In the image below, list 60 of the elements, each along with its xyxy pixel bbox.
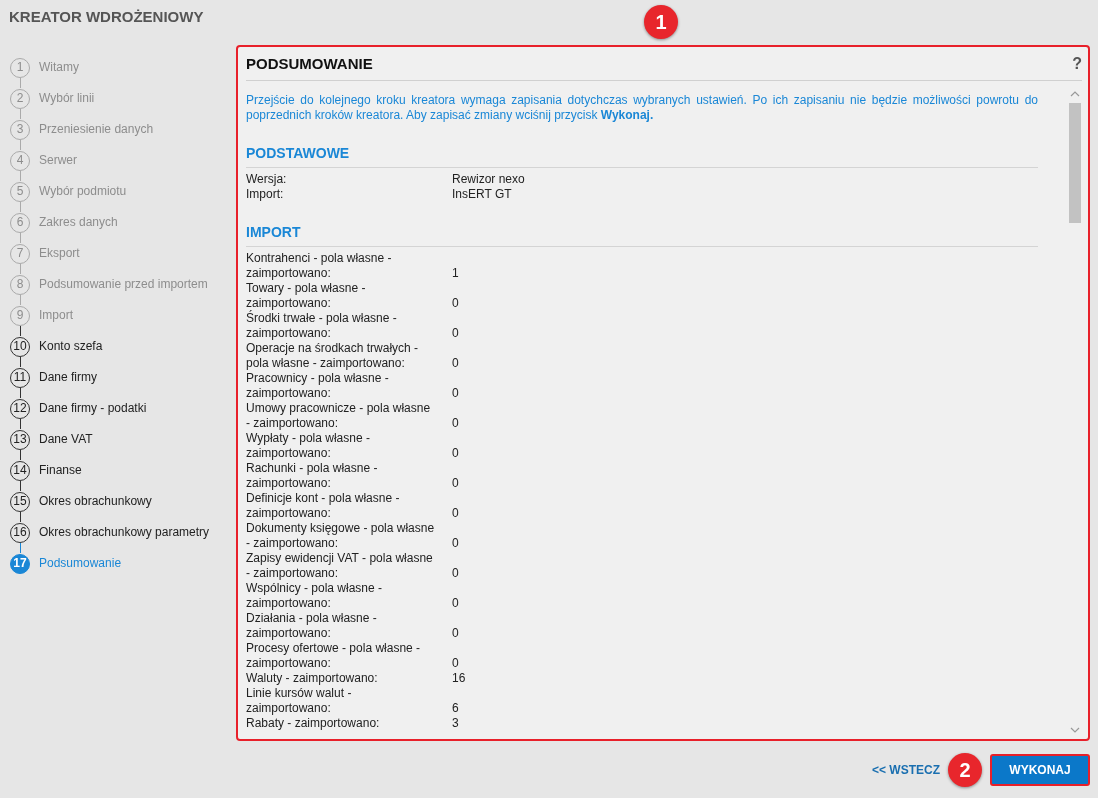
- wizard-step[interactable]: 15 Okres obrachunkowy: [10, 491, 152, 512]
- wizard-step[interactable]: 14 Finanse: [10, 460, 82, 481]
- wizard-step[interactable]: 17 Podsumowanie: [10, 553, 122, 574]
- summary-value: 0: [452, 566, 459, 581]
- summary-label: Zapisy ewidencji VAT - pola własne - zaimportowano:: [246, 551, 434, 581]
- summary-label: Działania - pola własne - zaimportowano:: [246, 611, 378, 641]
- summary-label: Definicje kont - pola własne - zaimportowano:: [246, 491, 401, 521]
- summary-label: Operacje na środkach trwałych - pola własne - zaimportowano:: [246, 341, 420, 371]
- summary-value: 16: [452, 671, 466, 686]
- summary-label: Rachunki - pola własne - zaimportowano:: [246, 461, 379, 491]
- scrollbar[interactable]: [1068, 91, 1082, 733]
- summary-value: InsERT GT: [452, 187, 512, 202]
- wizard-step[interactable]: 11 Dane firmy: [10, 367, 97, 388]
- summary-value: 6: [452, 701, 459, 716]
- summary-label: Procesy ofertowe - pola własne - zaimportowano:: [246, 641, 422, 671]
- summary-value: 0: [452, 626, 459, 641]
- summary-value: 1: [452, 266, 459, 281]
- summary-label: Wersja:: [246, 172, 288, 187]
- execute-button[interactable]: WYKONAJ: [990, 754, 1090, 786]
- summary-label: Dokumenty księgowe - pola własne - zaimportowano:: [246, 521, 436, 551]
- summary-value: Rewizor nexo: [452, 172, 525, 187]
- summary-value: 0: [452, 416, 459, 431]
- summary-value: 0: [452, 356, 459, 371]
- wizard-step[interactable]: 10 Konto szefa: [10, 336, 103, 357]
- summary-value: 0: [452, 536, 459, 551]
- summary-label: Rabaty - zaimportowano:: [246, 716, 381, 731]
- summary-value: 0: [452, 506, 459, 521]
- summary-value: 0: [452, 326, 459, 341]
- summary-label: Linie kursów walut - zaimportowano:: [246, 686, 353, 716]
- summary-label: Środki trwałe - pola własne - zaimportowano:: [246, 311, 398, 341]
- summary-value: 0: [452, 596, 459, 611]
- summary-value: 0: [452, 446, 459, 461]
- scrollbar-thumb[interactable]: [1069, 103, 1081, 223]
- wizard-step[interactable]: 16 Okres obrachunkowy parametry: [10, 522, 210, 543]
- section-heading: IMPORT: [246, 224, 1038, 247]
- summary-label: Umowy pracownicze - pola własne - zaimportowano:: [246, 401, 432, 431]
- callout-badge: 1: [644, 5, 678, 39]
- summary-value: 0: [452, 476, 459, 491]
- wizard-step[interactable]: 13 Dane VAT: [10, 429, 93, 450]
- help-button[interactable]: ?: [1072, 54, 1082, 73]
- scroll-up-icon[interactable]: [1070, 91, 1080, 97]
- summary-label: Wypłaty - pola własne - zaimportowano:: [246, 431, 371, 461]
- summary-label: Wspólnicy - pola własne - zaimportowano:: [246, 581, 384, 611]
- scroll-down-icon[interactable]: [1070, 727, 1080, 733]
- summary-label: Import:: [246, 187, 285, 202]
- callout-badge: 2: [948, 753, 982, 787]
- summary-label: Waluty - zaimportowano:: [246, 671, 379, 686]
- notice-text: Przejście do kolejnego kroku kreatora wymaga zapisania dotychczas wybranych ustawień. Po ich zapisaniu nie będzie możliwości powrotu do poprzednich kroków kreatora. Aby zapisać zmiany wciśnij przycisk Wykonaj.: [246, 93, 1038, 123]
- section-heading: PODSTAWOWE: [246, 145, 1038, 168]
- summary-value: 3: [452, 716, 459, 731]
- summary-label: Kontrahenci - pola własne - zaimportowano:: [246, 251, 393, 281]
- summary-value: 0: [452, 296, 459, 311]
- back-link[interactable]: << WSTECZ: [872, 763, 940, 777]
- summary-value: 0: [452, 656, 459, 671]
- wizard-step[interactable]: 12 Dane firmy - podatki: [10, 398, 147, 419]
- wizard-title: KREATOR WDROŻENIOWY: [8, 7, 205, 27]
- summary-label: Pracownicy - pola własne - zaimportowano:: [246, 371, 390, 401]
- summary-value: 0: [452, 386, 459, 401]
- summary-label: Towary - pola własne - zaimportowano:: [246, 281, 367, 311]
- panel-title: PODSUMOWANIE: [246, 55, 373, 72]
